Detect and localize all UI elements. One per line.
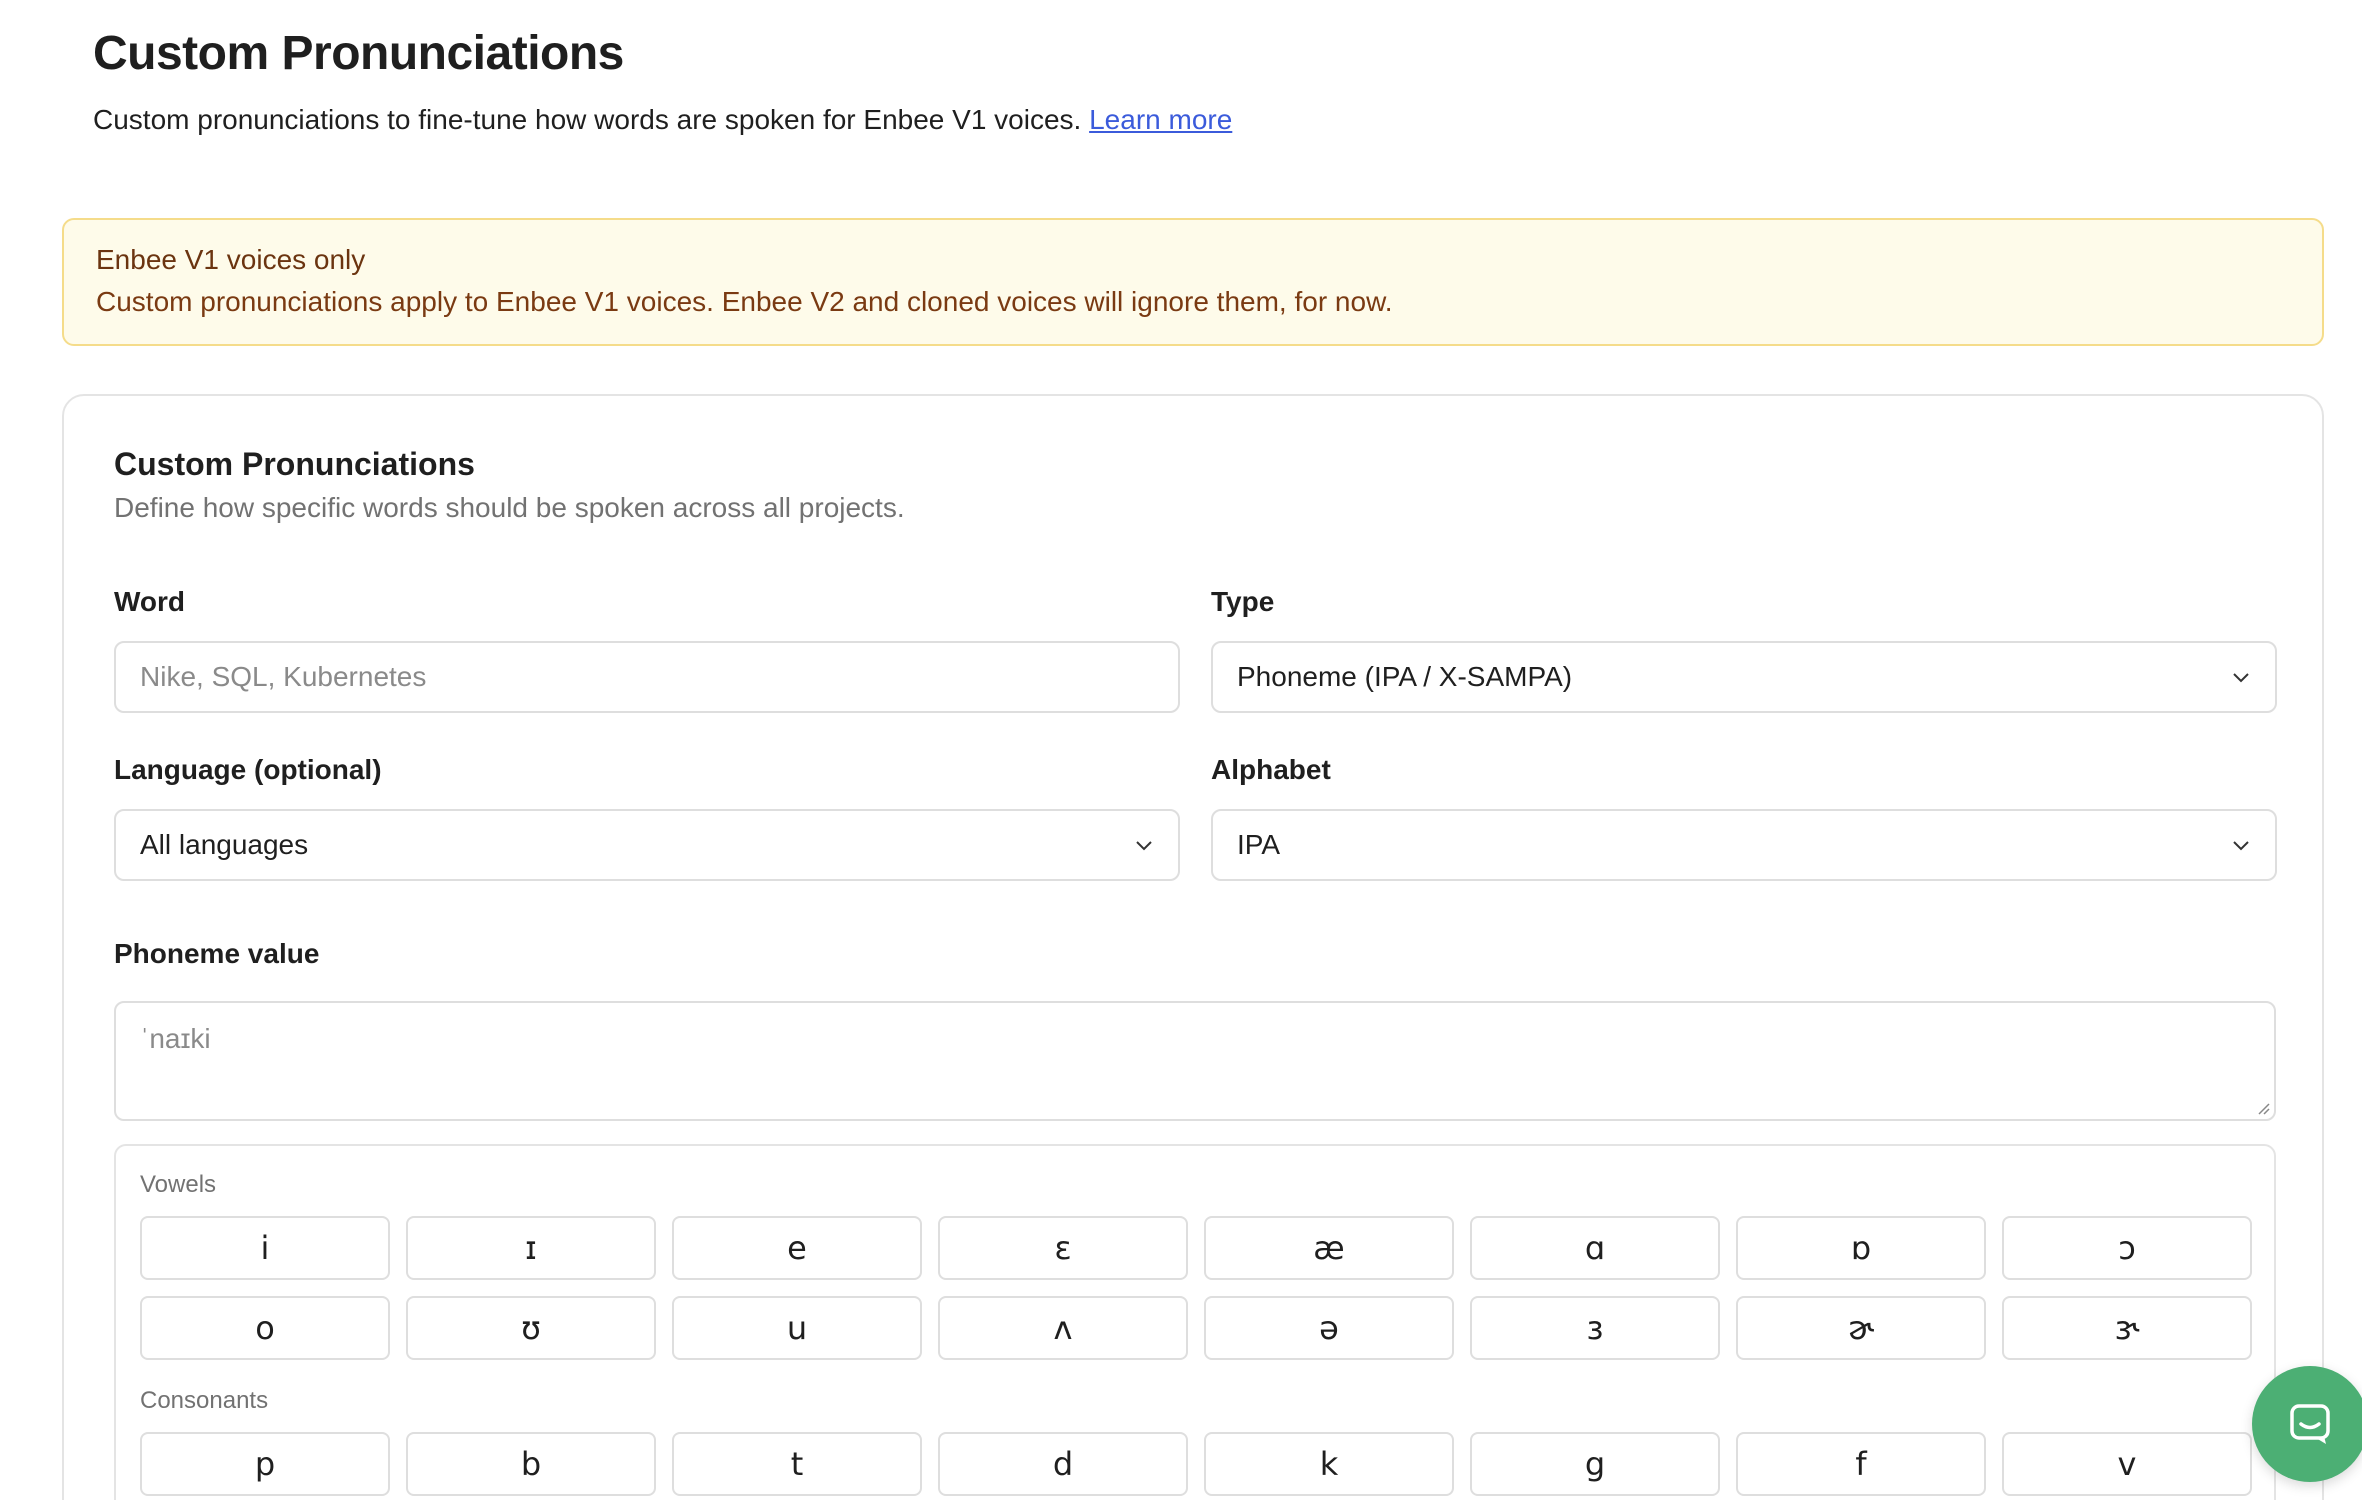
consonants-label: Consonants <box>140 1387 269 1414</box>
pronunciations-card: Custom Pronunciations Define how specifi… <box>62 394 2324 1500</box>
alphabet-select-value: IPA <box>1237 829 1281 860</box>
word-input[interactable]: Nike, SQL, Kubernetes <box>114 641 1180 713</box>
chevron-down-icon <box>2233 841 2249 851</box>
ipa-key[interactable]: b <box>406 1432 656 1496</box>
ipa-key[interactable]: ɝ <box>2002 1296 2252 1360</box>
ipa-key[interactable]: d <box>938 1432 1188 1496</box>
card-description: Define how specific words should be spok… <box>114 492 905 523</box>
page-subtitle: Custom pronunciations to fine-tune how w… <box>93 102 1232 138</box>
phoneme-label: Phoneme value <box>114 938 320 969</box>
ipa-key[interactable]: k <box>1204 1432 1454 1496</box>
ipa-key[interactable]: ɒ <box>1736 1216 1986 1280</box>
ipa-key[interactable]: ə <box>1204 1296 1454 1360</box>
type-select[interactable]: Phoneme (IPA / X-SAMPA) <box>1211 641 2277 713</box>
vowels-row-1: i ɪ e ɛ æ ɑ ɒ ɔ <box>140 1216 2252 1280</box>
ipa-key[interactable]: ʌ <box>938 1296 1188 1360</box>
notice-text: Custom pronunciations apply to Enbee V1 … <box>96 286 1393 317</box>
page-header: Custom Pronunciations Custom pronunciati… <box>93 24 1232 138</box>
language-label: Language (optional) <box>114 754 382 785</box>
ipa-key[interactable]: o <box>140 1296 390 1360</box>
word-input-placeholder: Nike, SQL, Kubernetes <box>140 661 427 692</box>
phoneme-textarea[interactable]: ˈnaɪki <box>114 1001 2276 1121</box>
consonants-row-1: p b t d k g f v <box>140 1432 2252 1496</box>
phoneme-placeholder: ˈnaɪki <box>140 1023 211 1054</box>
resize-handle-icon[interactable] <box>2256 1101 2270 1115</box>
alphabet-select[interactable]: IPA <box>1211 809 2277 881</box>
ipa-key[interactable]: æ <box>1204 1216 1454 1280</box>
ipa-key[interactable]: i <box>140 1216 390 1280</box>
ipa-key[interactable]: t <box>672 1432 922 1496</box>
ipa-key[interactable]: ɑ <box>1470 1216 1720 1280</box>
ipa-key[interactable]: f <box>1736 1432 1986 1496</box>
ipa-key[interactable]: ɔ <box>2002 1216 2252 1280</box>
chevron-down-icon <box>2233 673 2249 683</box>
card-title: Custom Pronunciations <box>114 446 475 482</box>
ipa-key[interactable]: ɚ <box>1736 1296 1986 1360</box>
ipa-key[interactable]: u <box>672 1296 922 1360</box>
ipa-key[interactable]: e <box>672 1216 922 1280</box>
ipa-key[interactable]: p <box>140 1432 390 1496</box>
chat-launcher-button[interactable] <box>2252 1366 2362 1482</box>
language-select-value: All languages <box>140 829 309 860</box>
chevron-down-icon <box>1136 841 1152 851</box>
page-subtitle-text: Custom pronunciations to fine-tune how w… <box>93 104 1082 135</box>
type-select-value: Phoneme (IPA / X-SAMPA) <box>1237 661 1573 692</box>
chat-bubble-icon <box>2290 1404 2330 1444</box>
type-label: Type <box>1211 586 1275 617</box>
ipa-key[interactable]: ɜ <box>1470 1296 1720 1360</box>
vowels-row-2: o ʊ u ʌ ə ɜ ɚ ɝ <box>140 1296 2252 1360</box>
ipa-key[interactable]: ʊ <box>406 1296 656 1360</box>
notice-title: Enbee V1 voices only <box>96 244 366 275</box>
alphabet-label: Alphabet <box>1211 754 1331 785</box>
learn-more-link[interactable]: Learn more <box>1089 104 1232 135</box>
ipa-keyboard: Vowels i ɪ e ɛ æ ɑ ɒ ɔ o ʊ u ʌ ə ɜ ɚ ɝ C… <box>114 1144 2276 1500</box>
word-label: Word <box>114 586 186 617</box>
ipa-key[interactable]: v <box>2002 1432 2252 1496</box>
ipa-key[interactable]: ɛ <box>938 1216 1188 1280</box>
language-select[interactable]: All languages <box>114 809 1180 881</box>
vowels-label: Vowels <box>140 1171 217 1198</box>
v1-only-notice: Enbee V1 voices only Custom pronunciatio… <box>62 218 2324 346</box>
page-title: Custom Pronunciations <box>93 27 624 80</box>
ipa-key[interactable]: g <box>1470 1432 1720 1496</box>
ipa-key[interactable]: ɪ <box>406 1216 656 1280</box>
